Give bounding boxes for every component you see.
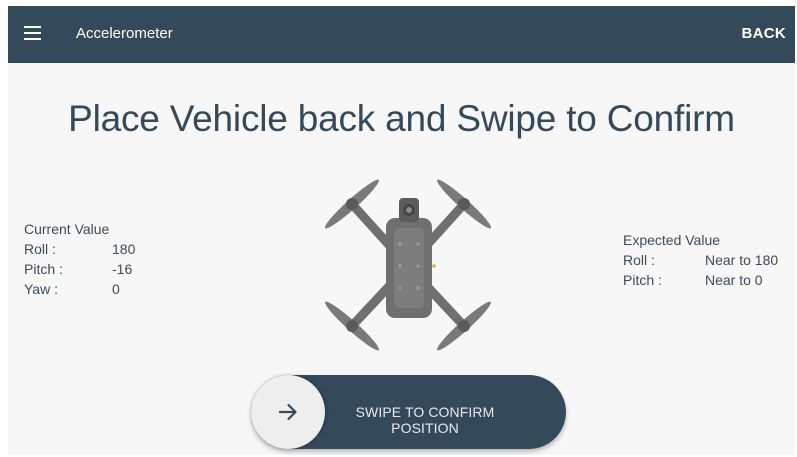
swipe-handle[interactable] <box>251 375 325 449</box>
expected-roll-row: Roll : Near to 180 <box>623 250 795 270</box>
current-value-panel: Current Value Roll : 180 Pitch : -16 Yaw… <box>24 219 174 299</box>
expected-pitch-row: Pitch : Near to 0 <box>623 270 795 290</box>
expected-pitch-value: Near to 0 <box>705 272 763 288</box>
page-headline: Place Vehicle back and Swipe to Confirm <box>68 98 735 139</box>
app-screen: Accelerometer BACK Place Vehicle back an… <box>8 6 795 455</box>
hamburger-menu-icon[interactable] <box>22 22 46 46</box>
current-pitch-label: Pitch : <box>24 261 63 277</box>
current-value-title: Current Value <box>24 221 110 237</box>
arrow-right-icon <box>278 403 297 421</box>
swipe-to-confirm-slider[interactable]: SWIPE TO CONFIRM POSITION <box>251 375 566 449</box>
expected-value-panel: Expected Value Roll : Near to 180 Pitch … <box>623 230 795 290</box>
back-button[interactable]: BACK <box>741 25 786 42</box>
current-roll-label: Roll : <box>24 241 56 257</box>
drone-illustration <box>325 179 491 351</box>
app-bar-title: Accelerometer <box>76 25 173 42</box>
current-yaw-row: Yaw : 0 <box>24 279 174 299</box>
app-bar: Accelerometer BACK <box>8 6 795 63</box>
expected-roll-value: Near to 180 <box>705 252 779 268</box>
expected-roll-label: Roll : <box>623 252 655 268</box>
current-pitch-value: -16 <box>112 261 133 277</box>
current-yaw-value: 0 <box>112 281 120 297</box>
swipe-label: SWIPE TO CONFIRM POSITION <box>355 404 495 436</box>
current-yaw-label: Yaw : <box>24 281 58 297</box>
current-roll-row: Roll : 180 <box>24 239 174 259</box>
current-roll-value: 180 <box>112 241 136 257</box>
current-pitch-row: Pitch : -16 <box>24 259 174 279</box>
expected-pitch-label: Pitch : <box>623 272 662 288</box>
expected-value-title: Expected Value <box>623 232 721 248</box>
